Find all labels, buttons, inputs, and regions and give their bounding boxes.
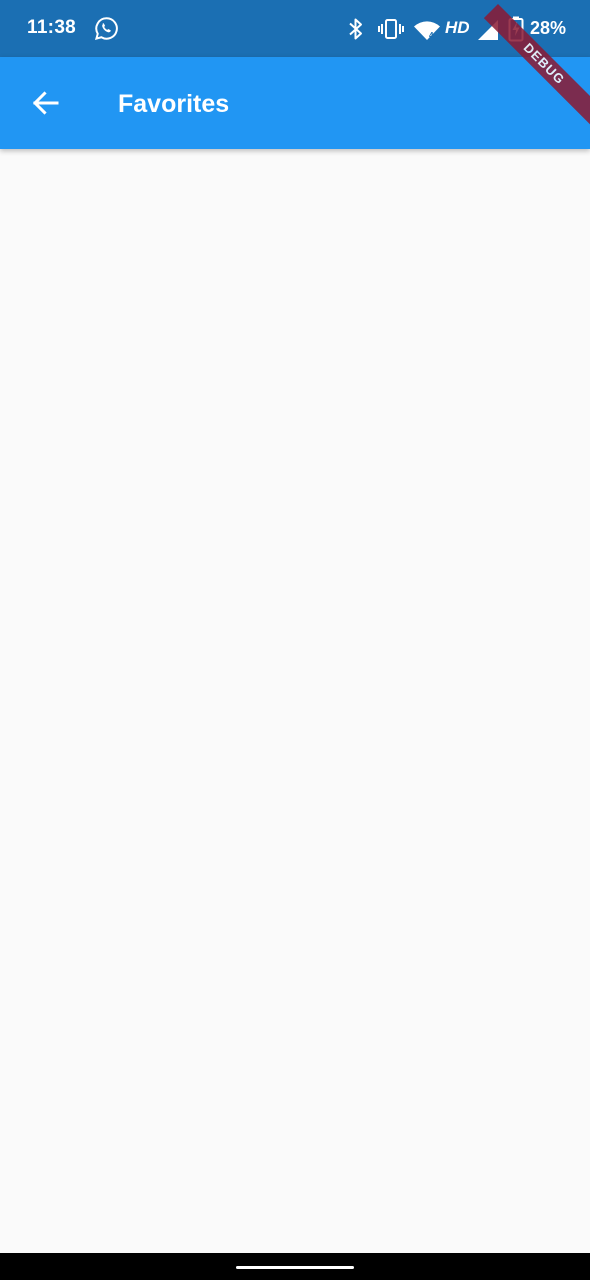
bluetooth-icon (349, 18, 362, 40)
app-bar: Favorites (0, 57, 590, 149)
svg-text:4: 4 (429, 31, 434, 40)
home-indicator[interactable] (236, 1266, 354, 1269)
status-time: 11:38 (27, 17, 77, 38)
battery-percentage: 28% (530, 18, 567, 38)
network-type-label: HD (445, 18, 470, 37)
screen: 11:38 4 HD 28% DEBUG Favorites (0, 0, 590, 1280)
page-title: Favorites (118, 90, 230, 118)
system-navigation-bar (0, 1253, 590, 1280)
vibrate-icon (378, 19, 404, 39)
wifi-icon: 4 (414, 21, 440, 40)
back-button[interactable] (16, 74, 74, 132)
whatsapp-icon (94, 17, 118, 41)
arrow-back-icon (32, 91, 59, 115)
favorites-list (0, 149, 590, 1253)
